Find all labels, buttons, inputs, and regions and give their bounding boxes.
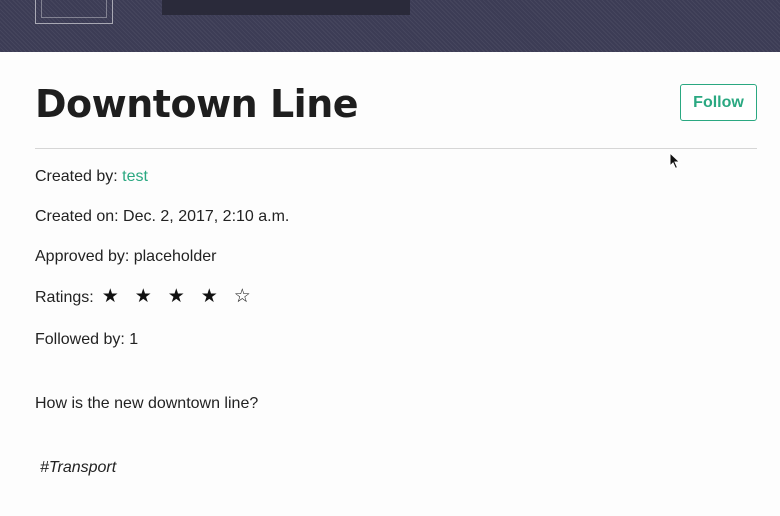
mouse-cursor-icon [669,152,681,170]
follow-button[interactable]: Follow [680,84,757,121]
followed-by-line: Followed by: 1 [35,331,139,348]
created-by-line: Created by: test [35,167,148,187]
star-empty-icon[interactable]: ☆ [234,287,267,307]
approved-by-line: Approved by: placeholder [35,248,217,265]
search-input[interactable] [162,0,410,15]
star-icon[interactable]: ★ [135,287,168,307]
post-body: How is the new downtown line? [35,395,259,412]
site-logo[interactable] [35,0,113,24]
author-link[interactable]: test [122,168,148,185]
logo-inner-frame [41,0,107,18]
star-icon[interactable]: ★ [102,287,135,307]
star-icon[interactable]: ★ [201,287,234,307]
ratings-line: Ratings: ★ ★ ★ ★ ☆ [35,287,267,308]
hashtag-link[interactable]: #Transport [40,458,116,478]
page-title: Downtown Line [35,82,359,126]
star-icon[interactable]: ★ [168,287,201,307]
title-divider [35,148,757,149]
created-on-line: Created on: Dec. 2, 2017, 2:10 a.m. [35,208,290,225]
star-rating[interactable]: ★ ★ ★ ★ ☆ [102,287,267,308]
created-by-label: Created by: [35,168,123,185]
ratings-label: Ratings: [35,289,94,306]
top-navigation-bar [0,0,780,52]
